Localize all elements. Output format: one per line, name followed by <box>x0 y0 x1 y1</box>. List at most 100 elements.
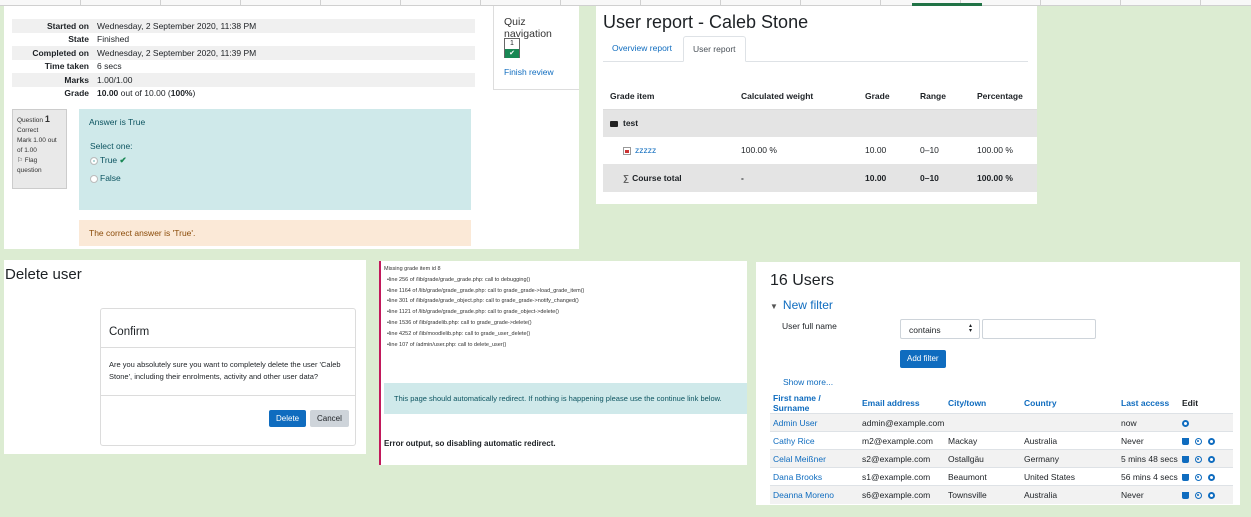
question-status: Correct <box>17 127 39 134</box>
filter-value-input[interactable] <box>982 319 1096 339</box>
dialog-title: Confirm <box>101 309 355 348</box>
dialog-message: Are you absolutely sure you want to comp… <box>101 348 355 396</box>
sort-country-link[interactable]: Country <box>1021 393 1118 414</box>
filter-operator-select[interactable]: contains <box>900 319 980 339</box>
backtrace-line: line 1164 of /lib/grade/grade_grade.php:… <box>384 286 584 297</box>
suspend-eye-icon[interactable] <box>1195 492 1202 499</box>
flag-question-link[interactable]: ⚐ Flag question <box>17 157 42 174</box>
question-mark: Mark 1.00 out of 1.00 <box>17 137 57 154</box>
edit-settings-icon[interactable] <box>1208 473 1215 481</box>
users-table-header: First name / Surname Email address City/… <box>770 393 1233 414</box>
table-row: Celal Meißner s2@example.com Ostallgäu G… <box>770 449 1233 468</box>
grade-category-row: test <box>603 109 1037 137</box>
sort-email-link[interactable]: Email address <box>859 393 945 414</box>
backtrace-list: line 256 of /lib/grade/grade_grade.php: … <box>384 275 584 351</box>
suspend-eye-icon[interactable] <box>1195 455 1202 463</box>
right-answer-feedback: The correct answer is 'True'. <box>79 220 471 246</box>
edit-settings-icon[interactable] <box>1182 419 1189 427</box>
users-panel: 16 Users ▼ New filter User full name cont… <box>756 262 1240 505</box>
sigma-icon: ∑ <box>623 172 630 183</box>
question-prompt: Answer is True <box>89 117 146 127</box>
add-filter-button[interactable]: Add filter <box>900 350 946 368</box>
grade-table: Grade item Calculated weight Grade Range… <box>603 84 1037 192</box>
attempt-summary-table: Started on Wednesday, 2 September 2020, 1… <box>12 19 475 100</box>
edit-settings-icon[interactable] <box>1208 455 1215 463</box>
table-row: Admin User admin@example.com now <box>770 413 1233 432</box>
correct-check-icon: ✔ <box>505 49 519 58</box>
quiz-review-panel: Started on Wednesday, 2 September 2020, 1… <box>4 6 579 249</box>
show-more-link[interactable]: Show more... <box>783 377 833 387</box>
confirm-dialog: Confirm Are you absolutely sure you want… <box>100 308 356 446</box>
summary-row-grade: Grade 10.00 out of 10.00 (100%) <box>64 88 196 99</box>
backtrace-line: line 301 of /lib/grade/grade_object.php:… <box>384 296 584 307</box>
debug-output-panel: Missing grade item id 8 line 256 of /lib… <box>379 261 747 465</box>
page-title: Delete user <box>5 266 82 283</box>
table-row: Cathy Rice m2@example.com Mackay Austral… <box>770 431 1233 450</box>
new-filter-toggle[interactable]: ▼ New filter <box>770 298 833 312</box>
error-output-message: Error output, so disabling automatic red… <box>384 439 556 448</box>
grade-item-link[interactable]: zzzzz <box>635 145 656 155</box>
grade-table-header: Grade item Calculated weight Grade Range… <box>603 84 1037 110</box>
question-nav-button[interactable]: 1 ✔ <box>504 38 520 58</box>
correct-check-icon: ✔ <box>119 155 127 165</box>
redirect-notice: This page should automatically redirect.… <box>384 383 747 414</box>
edit-settings-icon[interactable] <box>1208 437 1215 445</box>
course-total-row: ∑ Course total - 10.00 0–10 100.00 % <box>603 164 1037 192</box>
delete-icon[interactable] <box>1182 492 1189 499</box>
summary-row: State Finished <box>68 34 130 45</box>
user-report-panel: User report - Caleb Stone Overview repor… <box>596 6 1037 204</box>
summary-row: Completed on Wednesday, 2 September 2020,… <box>12 46 475 60</box>
select-one-label: Select one: <box>90 141 133 151</box>
table-row: Deanna Moreno s6@example.com Townsville … <box>770 485 1233 504</box>
grade-percent: 100% <box>170 88 193 99</box>
users-table: First name / Surname Email address City/… <box>770 393 1233 504</box>
user-name-link[interactable]: Dana Brooks <box>773 472 822 482</box>
page-title: 16 Users <box>770 272 835 289</box>
suspend-eye-icon[interactable] <box>1195 437 1202 445</box>
sort-name-link[interactable]: First name / Surname <box>770 393 859 414</box>
report-tabs: Overview report User report <box>603 36 1028 62</box>
quiz-icon <box>623 147 631 155</box>
sort-city-link[interactable]: City/town <box>945 393 1021 414</box>
debug-messages: Missing grade item id 8 line 256 of /lib… <box>384 264 584 350</box>
backtrace-line: line 1121 of /lib/grade/grade_grade.php:… <box>384 307 584 318</box>
delete-button[interactable]: Delete <box>269 410 307 427</box>
radio-selected-icon[interactable] <box>90 156 98 165</box>
table-row: Dana Brooks s1@example.com Beaumont Unit… <box>770 467 1233 486</box>
user-name-link[interactable]: Admin User <box>773 418 817 428</box>
suspend-eye-icon[interactable] <box>1195 473 1202 481</box>
edit-settings-icon[interactable] <box>1208 492 1215 499</box>
user-name-link[interactable]: Cathy Rice <box>773 436 815 446</box>
option-false[interactable]: False <box>90 173 121 183</box>
delete-icon[interactable] <box>1182 437 1189 445</box>
sort-last-access-link[interactable]: Last access <box>1118 393 1179 414</box>
backtrace-line: line 107 of /admin/user.php: call to del… <box>384 340 584 351</box>
finish-review-link[interactable]: Finish review <box>504 67 554 77</box>
option-true[interactable]: True ✔ <box>90 155 127 166</box>
page-title: User report - Caleb Stone <box>603 12 809 32</box>
grade-value: 10.00 <box>97 88 119 99</box>
backtrace-line: line 1536 of /lib/gradelib.php: call to … <box>384 318 584 329</box>
summary-row: Time taken 6 secs <box>44 61 122 72</box>
radio-icon[interactable] <box>90 174 98 183</box>
quiz-navigation-block: Quiz navigation 1 ✔ Finish review <box>493 6 579 90</box>
question-info: Question 1 Correct Mark 1.00 out of 1.00… <box>12 109 67 189</box>
grade-item-row: zzzzz 100.00 % 10.00 0–10 100.00 % <box>603 136 1037 164</box>
debug-heading: Missing grade item id 8 <box>384 266 441 272</box>
tab-overview-report[interactable]: Overview report <box>603 36 681 62</box>
delete-icon[interactable] <box>1182 473 1189 481</box>
delete-user-panel: Delete user Confirm Are you absolutely s… <box>4 260 366 454</box>
quiz-navigation-title: Quiz navigation <box>504 16 552 40</box>
summary-row: Marks 1.00/1.00 <box>12 73 475 87</box>
delete-icon[interactable] <box>1182 455 1189 463</box>
summary-row: Started on Wednesday, 2 September 2020, 1… <box>12 19 475 33</box>
user-name-link[interactable]: Celal Meißner <box>773 454 826 464</box>
user-name-link[interactable]: Deanna Moreno <box>773 490 834 500</box>
cancel-button[interactable]: Cancel <box>310 410 349 427</box>
question-content: Answer is True Select one: True ✔ False <box>79 109 471 210</box>
tab-user-report[interactable]: User report <box>683 36 746 62</box>
backtrace-line: line 4252 of /lib/moodlelib.php: call to… <box>384 329 584 340</box>
triangle-down-icon: ▼ <box>770 302 778 311</box>
flag-icon: ⚐ <box>17 157 23 164</box>
backtrace-line: line 256 of /lib/grade/grade_grade.php: … <box>384 275 584 286</box>
